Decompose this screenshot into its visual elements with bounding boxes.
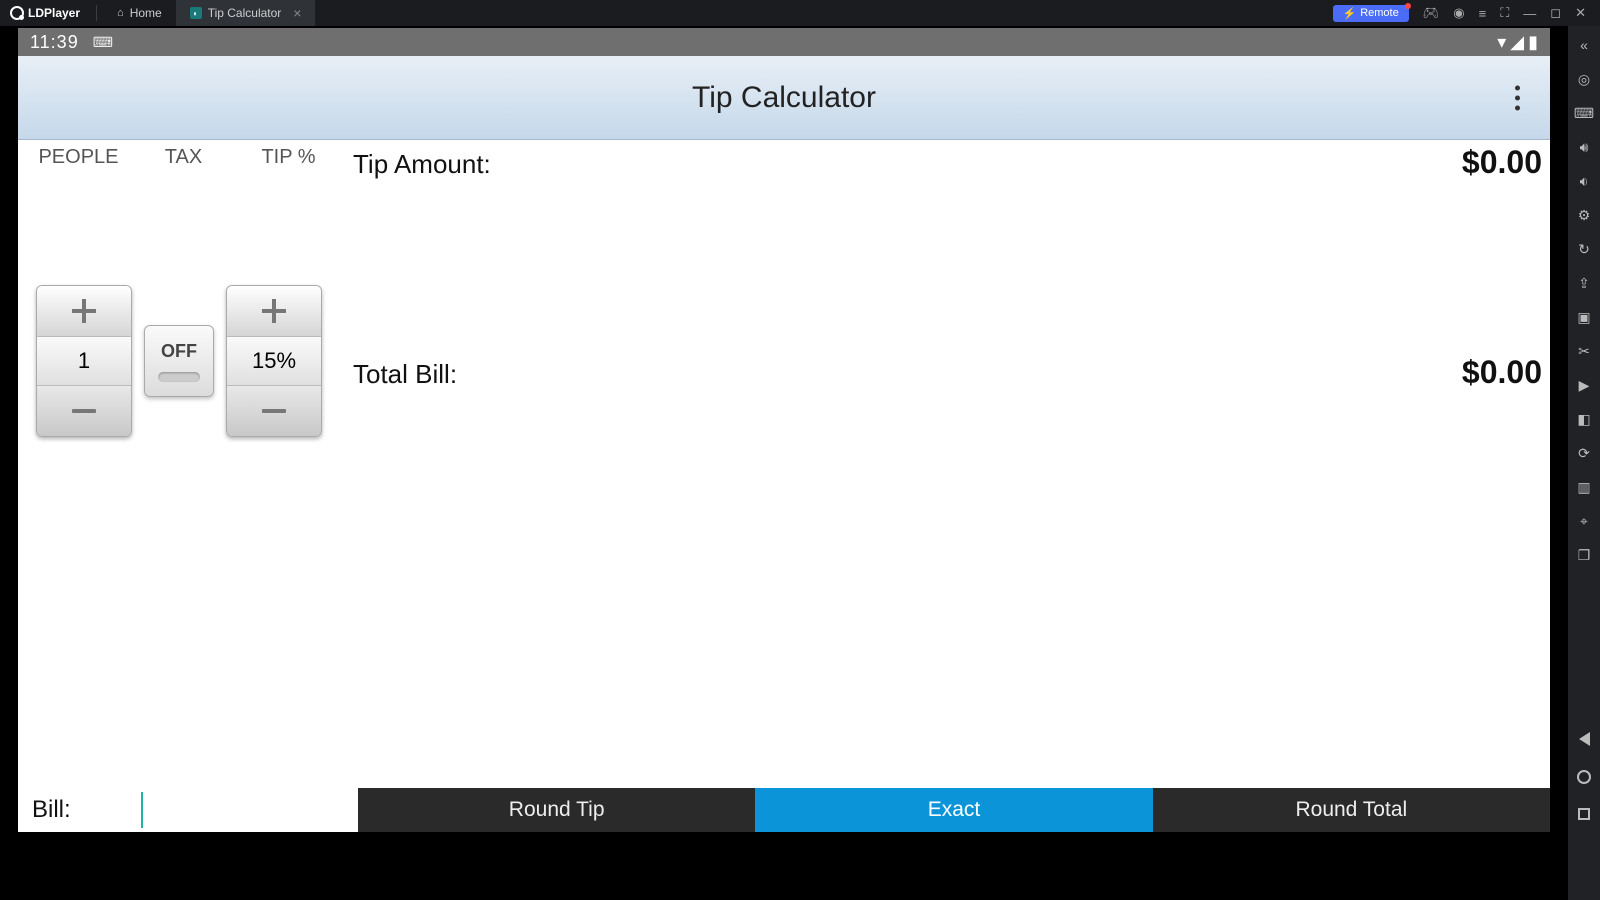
header-people: PEOPLE	[26, 146, 131, 169]
app-icon: ◐	[190, 7, 202, 19]
bill-section: Bill:	[18, 788, 358, 832]
toggle-track-icon	[158, 372, 200, 382]
people-value[interactable]: 1	[37, 336, 131, 386]
window-titlebar: LDPlayer ⌂ Home ◐ Tip Calculator × ⚡ Rem…	[0, 0, 1600, 26]
header-tax: TAX	[131, 146, 236, 169]
bolt-icon: ⚡	[1343, 7, 1357, 20]
tab-home[interactable]: ⌂ Home	[103, 0, 176, 26]
minus-icon	[262, 409, 286, 413]
emulator-toolbar: « ◎ ⌨ 🔊︎ 🔉︎ ⚙ ↻ ⇪ ▣ ✂ ▶ ◧ ⟳ ▥ ⌖ ❐	[1568, 26, 1600, 900]
total-bill-label: Total Bill:	[353, 359, 457, 390]
tab-close-icon[interactable]: ×	[293, 5, 301, 21]
maximize-icon[interactable]: ◻	[1550, 5, 1561, 21]
logo-text: LDPlayer	[28, 6, 80, 20]
menu-icon[interactable]: ≡	[1479, 6, 1487, 21]
collapse-icon[interactable]: «	[1575, 36, 1593, 54]
nav-recent-icon[interactable]	[1578, 808, 1590, 820]
plus-icon	[262, 299, 286, 323]
tool-screenshot-icon[interactable]: ▣	[1575, 308, 1593, 326]
tip-value[interactable]: 15%	[227, 336, 321, 386]
tax-toggle-label: OFF	[161, 341, 197, 362]
tip-amount-value: $0.00	[1462, 144, 1542, 181]
tip-increment-button[interactable]	[227, 286, 321, 336]
tab-app-label: Tip Calculator	[208, 6, 282, 20]
tip-decrement-button[interactable]	[227, 386, 321, 436]
gamepad-icon[interactable]: 🎮︎	[1423, 5, 1440, 21]
ldplayer-logo: LDPlayer	[0, 6, 90, 20]
keyboard-icon: ⌨	[93, 34, 113, 51]
people-increment-button[interactable]	[37, 286, 131, 336]
tool-upload-icon[interactable]: ⇪	[1575, 274, 1593, 292]
round-total-button[interactable]: Round Total	[1153, 788, 1550, 832]
tool-refresh-icon[interactable]: ↻	[1575, 240, 1593, 258]
signal-icon: ◢	[1510, 32, 1524, 53]
user-icon[interactable]: ◉	[1453, 5, 1464, 21]
tool-play-icon[interactable]: ▶	[1575, 376, 1593, 394]
status-clock: 11:39	[30, 32, 79, 53]
tab-home-label: Home	[130, 6, 162, 20]
tool-target-icon[interactable]: ◎	[1575, 70, 1593, 88]
app-content: PEOPLE TAX TIP % Tip Amount: $0.00 1	[18, 140, 1550, 832]
tool-keyboard-icon[interactable]: ⌨	[1575, 104, 1593, 122]
tool-cut-icon[interactable]: ✂	[1575, 342, 1593, 360]
total-bill-value: $0.00	[1462, 354, 1542, 391]
minimize-icon[interactable]: —	[1523, 6, 1536, 21]
android-status-bar: 11:39 ⌨ ▾ ◢ ▮	[18, 28, 1550, 56]
close-icon[interactable]: ✕	[1575, 5, 1586, 21]
bill-label: Bill:	[32, 796, 71, 824]
remote-label: Remote	[1360, 7, 1399, 19]
logo-icon	[10, 6, 24, 20]
app-header: Tip Calculator	[18, 56, 1550, 140]
tool-folder-icon[interactable]: ▥	[1575, 478, 1593, 496]
tip-amount-row: Tip Amount: $0.00	[353, 144, 1542, 181]
tool-rotate-icon[interactable]: ⟳	[1575, 444, 1593, 462]
minus-icon	[72, 409, 96, 413]
battery-icon: ▮	[1528, 32, 1538, 53]
total-bill-row: Total Bill: $0.00	[353, 354, 1542, 391]
divider	[96, 5, 97, 21]
tab-tip-calculator[interactable]: ◐ Tip Calculator ×	[176, 0, 316, 26]
tip-amount-label: Tip Amount:	[353, 149, 491, 180]
tip-stepper: 15%	[226, 285, 322, 437]
exact-button[interactable]: Exact	[755, 788, 1152, 832]
nav-home-icon[interactable]	[1577, 770, 1591, 784]
remote-button[interactable]: ⚡ Remote	[1333, 5, 1409, 22]
header-tip: TIP %	[236, 146, 341, 169]
bottom-bar: Bill: Round Tip Exact Round Total	[18, 788, 1550, 832]
people-decrement-button[interactable]	[37, 386, 131, 436]
round-tip-button[interactable]: Round Tip	[358, 788, 755, 832]
app-title: Tip Calculator	[692, 81, 876, 115]
tool-location-icon[interactable]: ⌖	[1575, 512, 1593, 530]
wifi-icon: ▾	[1497, 32, 1506, 53]
volume-up-icon[interactable]: 🔊︎	[1575, 138, 1593, 156]
fullscreen-icon[interactable]: ⛶	[1500, 5, 1509, 21]
tool-window-icon[interactable]: ◧	[1575, 410, 1593, 428]
tool-multi-icon[interactable]: ❐	[1575, 546, 1593, 564]
tool-settings-icon[interactable]: ⚙	[1575, 206, 1593, 224]
tax-toggle[interactable]: OFF	[144, 325, 214, 397]
home-icon: ⌂	[117, 7, 124, 19]
plus-icon	[72, 299, 96, 323]
nav-back-icon[interactable]	[1579, 732, 1590, 746]
people-stepper: 1	[36, 285, 132, 437]
volume-down-icon[interactable]: 🔉︎	[1575, 172, 1593, 190]
android-screen: 11:39 ⌨ ▾ ◢ ▮ Tip Calculator PEOPLE	[18, 28, 1550, 832]
overflow-menu-icon[interactable]	[1515, 85, 1520, 110]
